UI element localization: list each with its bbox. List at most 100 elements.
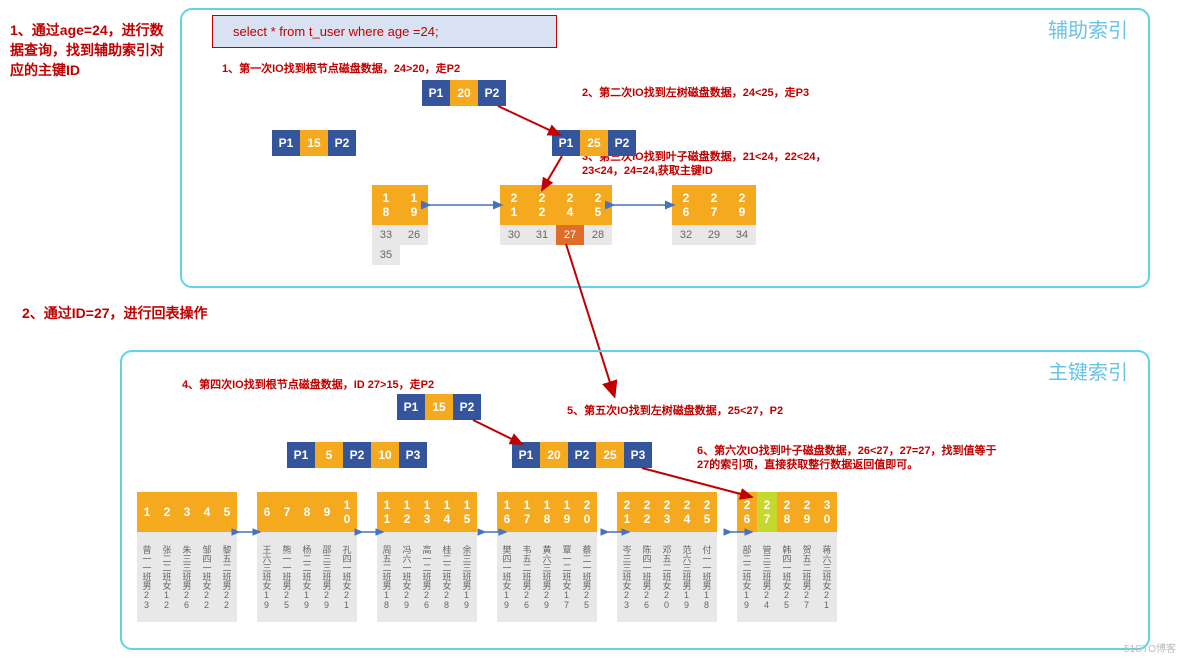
aux-l1-left-key: 15 (300, 130, 328, 156)
panel-title-aux: 辅助索引 (1048, 14, 1128, 43)
pk-leaf-data: 韩四一班女25 (777, 532, 797, 622)
pk-leaf-data: 樊四一班女19 (497, 532, 517, 622)
pk-leaf-col: 8杨二二班女19 (297, 492, 317, 622)
leaf-key: 24 (556, 185, 584, 225)
pk-leaf-data: 朱三三班男26 (177, 532, 197, 622)
pk-leaf-data: 范六三班男19 (677, 532, 697, 622)
sql-query-box: select * from t_user where age =24; (212, 15, 557, 48)
leaf-data: 31 (528, 225, 556, 245)
aux-leaf-mid: 2122242530312728 (500, 185, 612, 245)
pk-leaf-col: 23邓五二班女20 (657, 492, 677, 622)
pk-leaf-data: 邓五二班女20 (657, 532, 677, 622)
pk-leaf-col: 10孔四一班女21 (337, 492, 357, 622)
panel-auxiliary-index: 辅助索引 select * from t_user where age =24;… (180, 8, 1150, 288)
pk-l1-left-k1: 5 (315, 442, 343, 468)
pk-leaf-key: 5 (217, 492, 237, 532)
pk-leaf-col: 18黄六三班男29 (537, 492, 557, 622)
note-io5: 5、第五次IO找到左树磁盘数据，25<27，P2 (567, 402, 783, 418)
ptr-p3: P3 (399, 442, 427, 468)
ptr-p1: P1 (422, 80, 450, 106)
pk-l1-right-k2: 25 (596, 442, 624, 468)
pk-leaf-data: 岑三三班女23 (617, 532, 637, 622)
pk-leaf-col: 11周五二班男18 (377, 492, 397, 622)
pk-l1-right: P1 20 P2 25 P3 (512, 442, 652, 468)
leaf-data: 27 (556, 225, 584, 245)
pk-leaf-key: 11 (377, 492, 397, 532)
ptr-p2: P2 (478, 80, 506, 106)
pk-leaf-col: 19覃一二班女17 (557, 492, 577, 622)
pk-leaf-key: 17 (517, 492, 537, 532)
pk-leaf-key: 12 (397, 492, 417, 532)
pk-leaf-col: 3朱三三班男26 (177, 492, 197, 622)
pk-leaf-col: 14桂二二班女28 (437, 492, 457, 622)
pk-leaf-key: 10 (337, 492, 357, 532)
leaf-key: 22 (528, 185, 556, 225)
pk-leaf-col: 29贺五二班男27 (797, 492, 817, 622)
pk-leaf-data: 熊一一班男25 (277, 532, 297, 622)
pk-leaf-key: 3 (177, 492, 197, 532)
note-io4: 4、第四次IO找到根节点磁盘数据，ID 27>15，走P2 (182, 376, 434, 392)
pk-leaf-data: 邵三三班男29 (317, 532, 337, 622)
pk-leaf-data: 桂二二班女28 (437, 532, 457, 622)
leaf-data: 30 (500, 225, 528, 245)
pk-leaf-key: 16 (497, 492, 517, 532)
pk-leaf-data: 覃一二班女17 (557, 532, 577, 622)
pk-leaf-data: 邹四一班女22 (197, 532, 217, 622)
pk-leaf-col: 26部二二班女19 (737, 492, 757, 622)
pk-leaf-col: 16樊四一班女19 (497, 492, 517, 622)
pk-leaf-key: 29 (797, 492, 817, 532)
pk-leaf-key: 6 (257, 492, 277, 532)
pk-leaf-data: 杨二二班女19 (297, 532, 317, 622)
pk-leaf-key: 24 (677, 492, 697, 532)
pk-leaf-data: 周五二班男18 (377, 532, 397, 622)
pk-l1-left: P1 5 P2 10 P3 (287, 442, 427, 468)
ptr-p3: P3 (624, 442, 652, 468)
aux-root-node: P1 20 P2 (422, 80, 506, 106)
pk-leaf-key: 2 (157, 492, 177, 532)
pk-root: P1 15 P2 (397, 394, 481, 420)
pk-leaf-col: 13高一二班男26 (417, 492, 437, 622)
pk-leaf-col: 30蒋六三班女21 (817, 492, 837, 622)
pk-leaf-key: 23 (657, 492, 677, 532)
aux-leaf-right: 262729322934 (672, 185, 756, 245)
pk-leaf-data: 陈四一班男26 (637, 532, 657, 622)
leaf-data: 26 (400, 225, 428, 245)
pk-leaf-key: 28 (777, 492, 797, 532)
pk-l1-right-k1: 20 (540, 442, 568, 468)
ptr-p1: P1 (272, 130, 300, 156)
pk-leaf-key: 15 (457, 492, 477, 532)
leaf-key: 26 (672, 185, 700, 225)
pk-leaf-col: 5黎五二班男22 (217, 492, 237, 622)
panel-primary-index: 主键索引 4、第四次IO找到根节点磁盘数据，ID 27>15，走P2 5、第五次… (120, 350, 1150, 650)
pk-leaf-col: 2张二二班女12 (157, 492, 177, 622)
pk-leaf-data: 余三三班男19 (457, 532, 477, 622)
pk-leaf-key: 9 (317, 492, 337, 532)
pk-leaf-data: 黎五二班男22 (217, 532, 237, 622)
pk-leaf-data: 韦五二班男26 (517, 532, 537, 622)
leaf-data: 35 (372, 245, 400, 265)
pk-leaf-key: 7 (277, 492, 297, 532)
aux-l1-left: P1 15 P2 (272, 130, 356, 156)
pk-leaf-key: 19 (557, 492, 577, 532)
pk-leaf-key: 26 (737, 492, 757, 532)
pk-leaf-col: 22陈四一班男26 (637, 492, 657, 622)
ptr-p1: P1 (397, 394, 425, 420)
pk-leaf-col: 27管三三班男24 (757, 492, 777, 622)
pk-leaf-col: 28韩四一班女25 (777, 492, 797, 622)
pk-l1-left-k2: 10 (371, 442, 399, 468)
pk-leaf-key: 8 (297, 492, 317, 532)
pk-leaf-col: 15余三三班男19 (457, 492, 477, 622)
pk-leaf-data: 曾一一班男23 (137, 532, 157, 622)
pk-leaf-key: 13 (417, 492, 437, 532)
pk-leaf-key: 14 (437, 492, 457, 532)
pk-leaf-col: 17韦五二班男26 (517, 492, 537, 622)
leaf-key: 21 (500, 185, 528, 225)
ptr-p2: P2 (568, 442, 596, 468)
pk-leaf-key: 27 (757, 492, 777, 532)
leaf-key: 19 (400, 185, 428, 225)
pk-leaf-data: 管三三班男24 (757, 532, 777, 622)
pk-leaf-key: 22 (637, 492, 657, 532)
pk-leaf-key: 1 (137, 492, 157, 532)
aux-root-key: 20 (450, 80, 478, 106)
leaf-key: 27 (700, 185, 728, 225)
